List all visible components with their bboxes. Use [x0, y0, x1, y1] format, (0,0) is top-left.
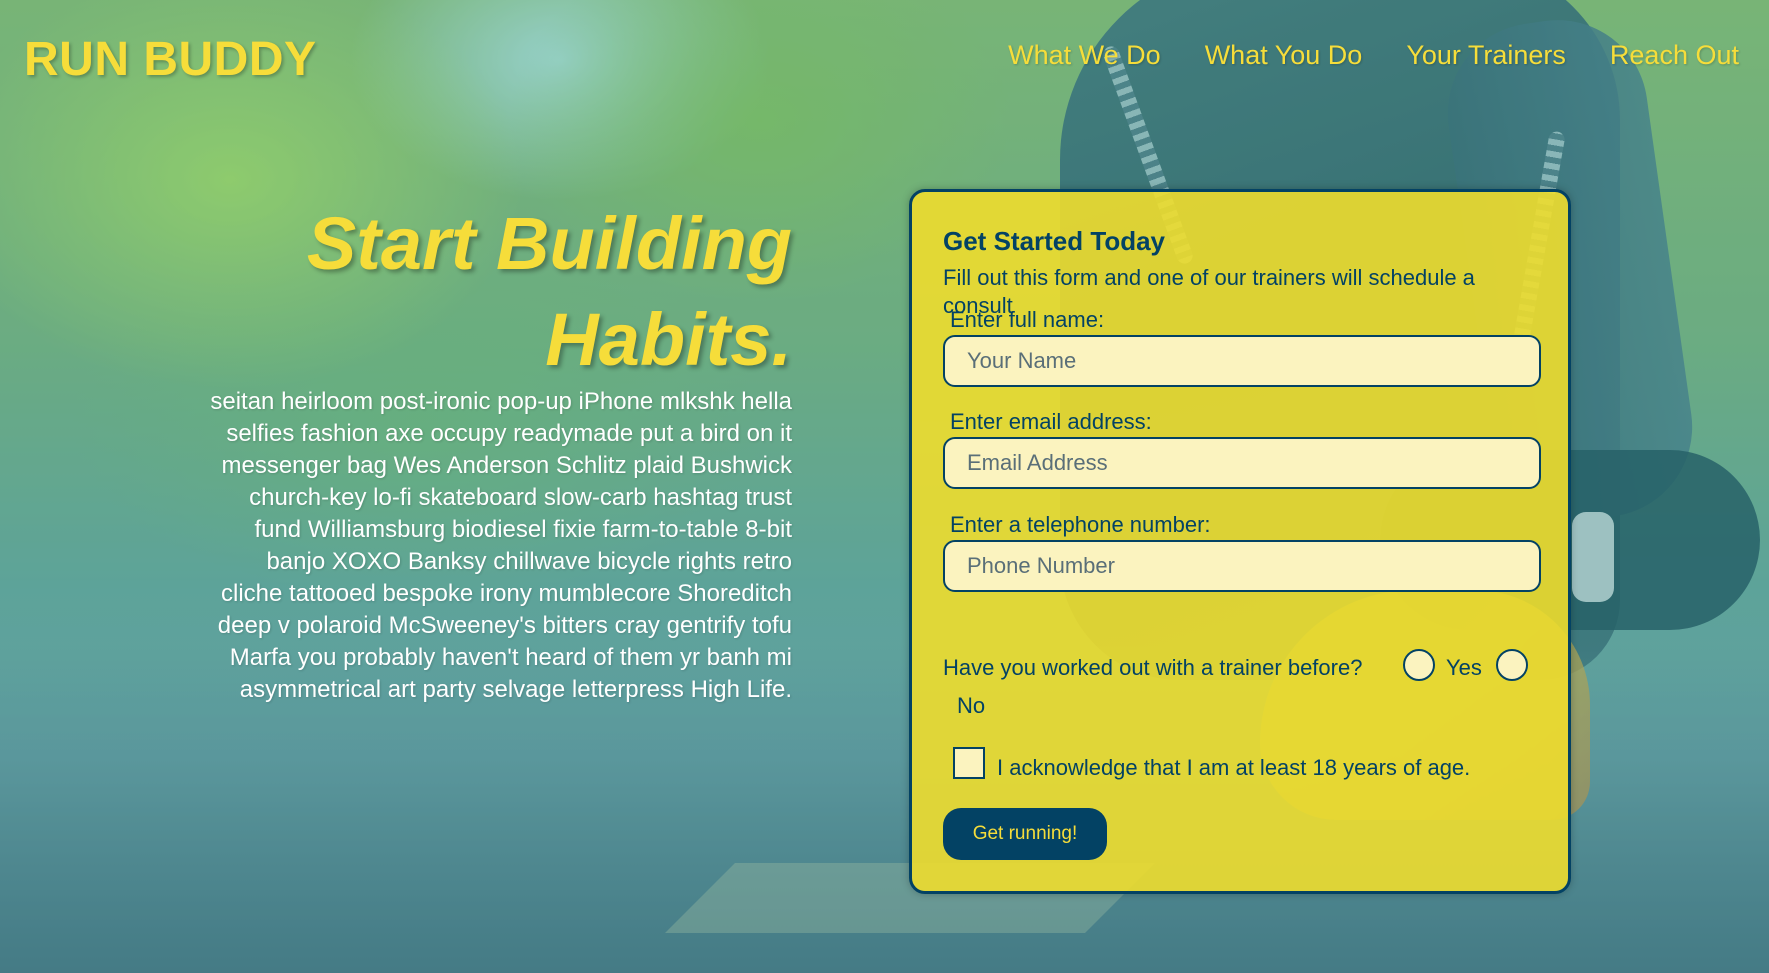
yes-label: Yes — [1446, 655, 1482, 680]
nav-link-your-trainers[interactable]: Your Trainers — [1406, 40, 1566, 71]
no-radio[interactable] — [1496, 649, 1528, 681]
phone-input[interactable] — [943, 540, 1541, 592]
email-label: Enter email address: — [950, 409, 1152, 434]
main-nav: What We Do What You Do Your Trainers Rea… — [1008, 40, 1739, 71]
hero-title-line-1: Start Building — [306, 202, 792, 285]
hero-body-text: seitan heirloom post-ironic pop-up iPhon… — [210, 388, 792, 703]
nav-link-what-you-do[interactable]: What You Do — [1205, 40, 1363, 71]
yes-radio[interactable] — [1403, 649, 1435, 681]
name-input[interactable] — [943, 335, 1541, 387]
age-checkbox-label: I acknowledge that I am at least 18 year… — [997, 755, 1471, 780]
get-running-button[interactable]: Get running! — [943, 808, 1107, 860]
email-input[interactable] — [943, 437, 1541, 489]
no-label: No — [957, 693, 986, 718]
trainer-question: Have you worked out with a trainer befor… — [943, 655, 1363, 680]
brand-logo[interactable]: RUN BUDDY — [24, 32, 317, 87]
name-label: Enter full name: — [950, 307, 1105, 332]
hero-title-line-2: Habits. — [545, 298, 792, 381]
age-checkbox[interactable] — [953, 747, 985, 779]
phone-label: Enter a telephone number: — [950, 512, 1211, 537]
hero-title: Start Building Habits. — [200, 196, 792, 388]
nav-link-what-we-do[interactable]: What We Do — [1008, 40, 1161, 71]
form-title: Get Started Today — [943, 226, 1166, 256]
signup-form: Get Started Today Fill out this form and… — [909, 189, 1571, 894]
nav-link-reach-out[interactable]: Reach Out — [1610, 40, 1739, 71]
